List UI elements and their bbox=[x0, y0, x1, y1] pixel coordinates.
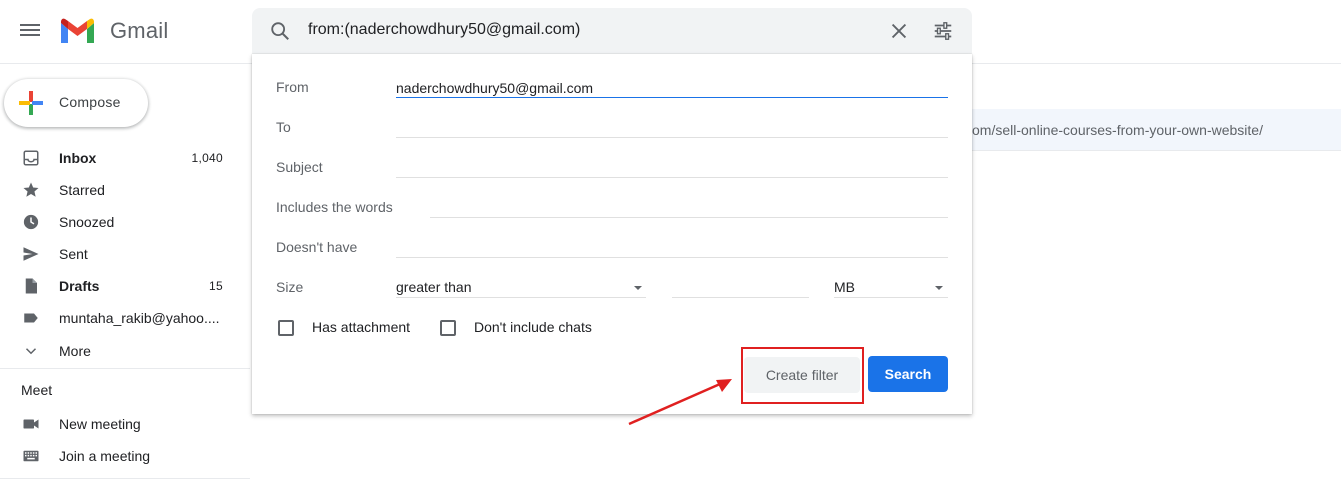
sidebar-item-label: More bbox=[59, 343, 91, 359]
inbox-icon bbox=[23, 150, 39, 166]
subject-field[interactable] bbox=[396, 154, 948, 178]
sidebar-item-inbox[interactable]: Inbox 1,040 bbox=[0, 142, 240, 174]
sidebar-item-label: Sent bbox=[59, 246, 88, 262]
size-unit-select[interactable]: MB bbox=[834, 274, 948, 298]
subject-field-underline bbox=[396, 177, 948, 178]
sidebar-item-starred[interactable]: Starred bbox=[0, 174, 240, 206]
size-unit-underline bbox=[834, 297, 948, 298]
to-field-underline bbox=[396, 137, 948, 138]
clock-icon bbox=[23, 214, 39, 230]
size-unit-value: MB bbox=[834, 279, 855, 295]
hamburger-menu-icon[interactable] bbox=[20, 21, 40, 41]
size-value-field[interactable] bbox=[672, 274, 809, 298]
gmail-logo[interactable]: Gmail bbox=[59, 17, 168, 45]
label-icon bbox=[24, 313, 38, 323]
has-attachment-label: Has attachment bbox=[312, 319, 411, 335]
search-input[interactable]: from:(naderchowdhury50@gmail.com) bbox=[308, 21, 580, 39]
includes-words-field[interactable] bbox=[430, 194, 948, 218]
compose-button[interactable]: Compose bbox=[4, 79, 148, 127]
email-snippet: om/sell-online-courses-from-your-own-web… bbox=[972, 122, 1263, 138]
dropdown-caret-icon bbox=[935, 286, 943, 290]
size-operator-select[interactable]: greater than bbox=[396, 274, 646, 298]
dont-include-chats-checkbox[interactable] bbox=[440, 320, 456, 336]
doesnt-have-label: Doesn't have bbox=[276, 239, 358, 255]
doesnt-have-underline bbox=[396, 257, 948, 258]
close-icon[interactable] bbox=[888, 20, 910, 42]
search-button[interactable]: Search bbox=[868, 356, 948, 392]
gmail-logo-icon bbox=[61, 18, 94, 43]
from-field[interactable]: naderchowdhury50@gmail.com bbox=[396, 80, 593, 96]
draft-count: 15 bbox=[209, 279, 223, 293]
compose-label: Compose bbox=[59, 94, 121, 110]
sidebar-divider bbox=[0, 478, 250, 479]
sidebar-item-new-meeting[interactable]: New meeting bbox=[0, 408, 240, 440]
sidebar-item-label: Drafts bbox=[59, 278, 100, 294]
keyboard-icon bbox=[23, 450, 39, 462]
tune-icon[interactable] bbox=[932, 20, 954, 42]
sidebar-item-label: Snoozed bbox=[59, 214, 115, 230]
app-name: Gmail bbox=[110, 18, 169, 43]
chevron-down-icon bbox=[25, 348, 37, 355]
size-operator-value: greater than bbox=[396, 279, 472, 295]
email-row[interactable]: om/sell-online-courses-from-your-own-web… bbox=[972, 109, 1341, 151]
size-value-underline bbox=[672, 297, 809, 298]
sidebar-item-label: New meeting bbox=[59, 416, 141, 432]
dont-include-chats-label: Don't include chats bbox=[474, 319, 592, 335]
sidebar-item-snoozed[interactable]: Snoozed bbox=[0, 206, 240, 238]
plus-icon bbox=[19, 91, 43, 115]
sidebar-item-sent[interactable]: Sent bbox=[0, 238, 240, 270]
sidebar-item-label: Inbox bbox=[59, 150, 97, 166]
search-bar[interactable]: from:(naderchowdhury50@gmail.com) bbox=[252, 8, 972, 54]
advanced-search-panel: From naderchowdhury50@gmail.com To Subje… bbox=[252, 54, 972, 414]
subject-label: Subject bbox=[276, 159, 323, 175]
doesnt-have-field[interactable] bbox=[396, 234, 948, 258]
sidebar-item-label: Starred bbox=[59, 182, 105, 198]
highlight-box bbox=[741, 347, 864, 404]
annotation-arrow bbox=[628, 379, 732, 426]
includes-words-label: Includes the words bbox=[276, 199, 393, 215]
size-operator-underline bbox=[396, 297, 646, 298]
meet-heading: Meet bbox=[21, 382, 53, 398]
unread-count: 1,040 bbox=[191, 151, 223, 165]
search-button-label: Search bbox=[884, 366, 932, 382]
sidebar-item-label: muntaha_rakib@yahoo.... bbox=[59, 310, 220, 326]
to-label: To bbox=[276, 119, 291, 135]
sidebar-item-more[interactable]: More bbox=[0, 335, 240, 367]
dropdown-caret-icon bbox=[634, 286, 642, 290]
draft-icon bbox=[25, 278, 37, 294]
send-icon bbox=[23, 247, 39, 261]
video-camera-icon bbox=[23, 419, 39, 429]
from-label: From bbox=[276, 79, 309, 95]
includes-words-underline bbox=[430, 217, 948, 218]
sidebar-item-drafts[interactable]: Drafts 15 bbox=[0, 270, 240, 302]
to-field[interactable] bbox=[396, 114, 948, 138]
search-icon[interactable] bbox=[269, 20, 291, 42]
sidebar-divider bbox=[0, 368, 250, 369]
has-attachment-checkbox[interactable] bbox=[278, 320, 294, 336]
size-label: Size bbox=[276, 279, 304, 295]
sidebar-item-label-muntaha[interactable]: muntaha_rakib@yahoo.... bbox=[0, 302, 240, 334]
star-icon bbox=[23, 182, 39, 197]
sidebar-item-join-meeting[interactable]: Join a meeting bbox=[0, 440, 240, 472]
from-field-underline bbox=[396, 97, 948, 98]
sidebar-item-label: Join a meeting bbox=[59, 448, 151, 464]
